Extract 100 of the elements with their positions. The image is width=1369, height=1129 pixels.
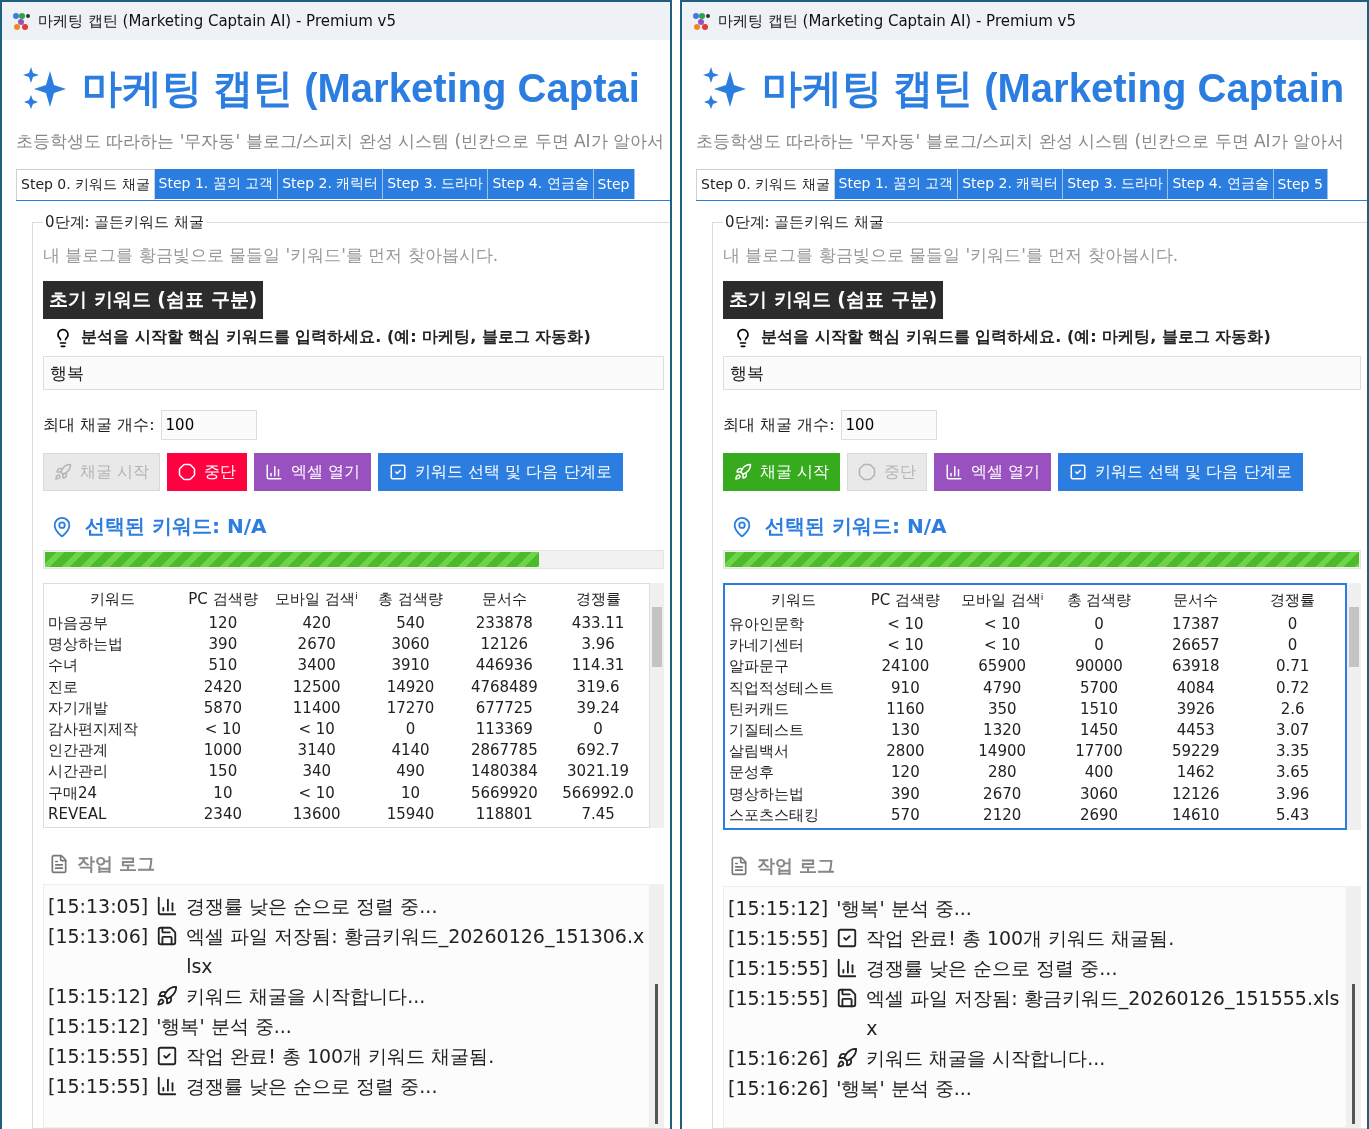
step-tab[interactable]: Step 4. 연금술 [488, 169, 594, 199]
stop-icon [178, 463, 197, 481]
table-cell-text: 감사편지제작 [48, 718, 139, 740]
excel-button[interactable]: 엑셀 열기 [934, 453, 1052, 491]
table-cell-text: 명상하는법 [48, 634, 124, 656]
stop-button[interactable]: 중단 [167, 453, 248, 491]
column-header[interactable]: 문서수 [1147, 587, 1245, 614]
table-cell-text: 510 [207, 655, 239, 677]
next-button[interactable]: 키워드 선택 및 다음 단계로 [378, 453, 623, 491]
window-title: 마케팅 캡틴 (Marketing Captain AI) - Premium v5 [718, 11, 1077, 31]
step-tab[interactable]: Step 0. 키워드 채굴 [696, 169, 835, 200]
table-cell-text: 4084 [1175, 677, 1216, 699]
step-tab[interactable]: Step 2. 캐릭터 [278, 169, 384, 199]
step-tab[interactable]: Step 3. 드라마 [383, 169, 489, 199]
table-cell-text: 433.11 [570, 613, 626, 634]
table-cell-text: 17387 [1170, 614, 1221, 635]
document-icon [729, 855, 749, 876]
table-cell-text: 114.31 [570, 655, 626, 677]
table-cell-text: 카네기센터 [729, 635, 805, 657]
table-cell-text: 3400 [296, 655, 337, 677]
table-cell-text: 수녀 [48, 655, 79, 677]
step-tab[interactable]: Step 1. 꿈의 고객 [834, 169, 959, 199]
max-count-input[interactable]: 100 [160, 410, 257, 440]
table-cell-text: 0.71 [1274, 656, 1311, 678]
log-title: 작업 로그 [757, 853, 836, 878]
keyword-input[interactable]: 행복 [43, 356, 664, 390]
log-scrollbar[interactable] [1347, 885, 1361, 1128]
app-heading: 마케팅 캡틴 (Marketing Captai [82, 64, 640, 112]
column-header[interactable]: 키워드 [48, 586, 176, 613]
table-cell-text: 12126 [1170, 783, 1221, 805]
log-timestamp: [15:13:05] [48, 893, 149, 919]
table-cell-text: 400 [1083, 762, 1115, 784]
table-cell-text: 150 [207, 761, 239, 783]
checkbox-icon [836, 926, 859, 949]
table-cell-text: 2.6 [1279, 698, 1306, 720]
table-cell-text: 2670 [296, 634, 337, 656]
table-cell-text: 1510 [1078, 698, 1120, 720]
max-count-input[interactable]: 100 [840, 410, 937, 440]
table-cell-text: 319.6 [575, 676, 621, 698]
keyword-table[interactable] [723, 583, 1347, 830]
bar-chart-icon [265, 463, 284, 481]
step-tab[interactable]: Step 3. 드라마 [1063, 169, 1169, 199]
log-message: '행복' 분석 중... [156, 1013, 293, 1039]
rocket-icon [156, 984, 179, 1007]
table-cell-text: < 10 [982, 614, 1022, 635]
column-header[interactable]: 모바일 검색ⁱ [269, 586, 364, 613]
log-scrollbar[interactable] [650, 883, 664, 1128]
rocket-icon [836, 1046, 859, 1069]
next-button[interactable]: 키워드 선택 및 다음 단계로 [1058, 453, 1303, 491]
step-tab[interactable]: Step [593, 169, 635, 199]
table-cell-text: 스포츠스태킹 [729, 804, 820, 826]
keyword-input[interactable]: 행복 [723, 356, 1361, 390]
log-message: '행복' 분석 중... [836, 895, 973, 921]
table-cell-text: 233878 [474, 613, 534, 634]
step-tab[interactable]: Step 5 [1273, 169, 1328, 199]
step-tab[interactable]: Step 1. 꿈의 고객 [154, 169, 279, 199]
step-tab[interactable]: Step 0. 키워드 채굴 [16, 169, 155, 200]
table-scrollbar[interactable] [650, 583, 664, 828]
table-cell-text: 3060 [1078, 783, 1120, 805]
table-cell-text: 280 [986, 762, 1018, 784]
table-cell-text: 4140 [390, 740, 431, 762]
column-header[interactable]: 모바일 검색ⁱ [953, 587, 1051, 614]
checkbox-icon [156, 1044, 179, 1067]
panel-description: 내 블로그를 황금빛으로 물들일 '키워드'를 먼저 찾아봅시다. [43, 244, 500, 267]
table-cell-text: 692.7 [575, 740, 621, 762]
pin-icon [51, 515, 73, 538]
log-message: 경쟁률 낮은 순으로 정렬 중... [186, 1073, 439, 1099]
app-subtitle: 초등학생도 따라하는 '무자동' 블로그/스피치 완성 시스템 (빈칸으로 두면 AI가 알아서 [696, 130, 1345, 153]
column-header[interactable]: PC 검색량 [857, 587, 954, 614]
max-count-label: 최대 채굴 개수: [43, 414, 155, 436]
table-cell-text: 490 [395, 761, 426, 783]
table-cell-text: 0 [1093, 635, 1105, 657]
table-cell-text: 446936 [474, 655, 534, 677]
table-cell-text: 39.24 [575, 697, 621, 719]
table-cell-text: 910 [890, 677, 921, 699]
sparkle-icon [22, 65, 68, 111]
column-header[interactable]: 총 검색량 [363, 586, 458, 613]
log-message: 작업 완료! 총 100개 키워드 채굴됨. [866, 925, 1176, 951]
table-scrollbar[interactable] [1347, 583, 1361, 830]
excel-button[interactable]: 엑셀 열기 [254, 453, 372, 491]
table-cell-text: 340 [301, 761, 332, 783]
table-cell-text: 2340 [202, 803, 243, 825]
column-header[interactable]: PC 검색량 [176, 586, 270, 613]
column-header[interactable]: 문서수 [457, 586, 552, 613]
column-header[interactable]: 총 검색량 [1050, 587, 1148, 614]
table-cell-text: 0 [1093, 614, 1105, 635]
step-tab[interactable]: Step 2. 캐릭터 [958, 169, 1064, 199]
table-cell-text: 59229 [1170, 741, 1221, 763]
step-tab[interactable]: Step 4. 연금술 [1168, 169, 1274, 199]
save-icon [836, 986, 859, 1009]
panel-legend: 0단계: 골든키워드 채굴 [43, 213, 207, 232]
table-cell-text: 17270 [385, 697, 436, 719]
table-cell-text: 1160 [885, 698, 926, 720]
table-cell-text: 11400 [291, 697, 342, 719]
save-icon [156, 924, 179, 947]
column-header[interactable]: 키워드 [729, 587, 857, 614]
log-title: 작업 로그 [77, 851, 156, 876]
table-cell-text: 63918 [1170, 656, 1221, 678]
column-header[interactable]: 경쟁률 [551, 586, 645, 613]
column-header[interactable]: 경쟁률 [1244, 587, 1341, 614]
